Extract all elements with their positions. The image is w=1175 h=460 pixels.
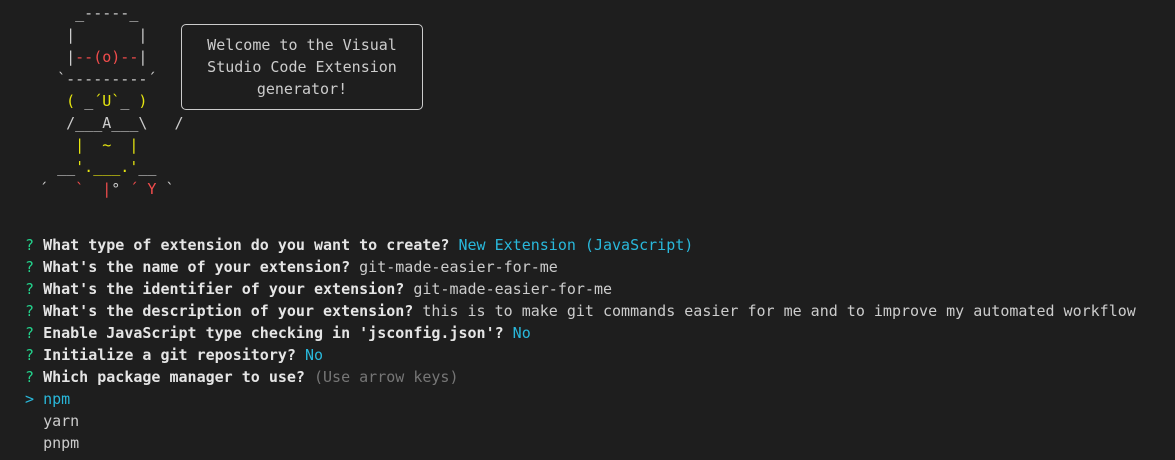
prompt-answer: git-made-easier-for-me <box>359 258 558 276</box>
speech-bubble: Welcome to the Visual Studio Code Extens… <box>181 24 423 110</box>
option-label: npm <box>43 390 71 408</box>
prompt-line: ? What's the identifier of your extensio… <box>25 278 1170 300</box>
prompt-answer: No <box>304 346 324 364</box>
ascii-art-segment: | | <box>30 26 148 44</box>
prompt-question: Which package manager to use? <box>43 368 305 386</box>
ascii-art-line: | | <box>30 24 184 46</box>
question-mark-icon: ? <box>25 346 35 364</box>
package-manager-option[interactable]: pnpm <box>25 432 1170 454</box>
prompt-answer: New Extension (JavaScript) <box>458 236 694 254</box>
prompt-question: What's the identifier of your extension? <box>43 280 405 298</box>
ascii-art-line: ´ ` |° ´ Y ` <box>30 178 184 200</box>
prompt-line: ? What's the description of your extensi… <box>25 300 1170 322</box>
ascii-art-line: __'.___.'__ <box>30 156 184 178</box>
ascii-art-line: ( _´U`_ ) <box>30 90 184 112</box>
prompt-list: ? What type of extension do you want to … <box>25 234 1170 454</box>
terminal-output: _-----_ | | |--(o)--| `---------´ ( _´U`… <box>0 0 1175 460</box>
prompt-answer: this is to make git commands easier for … <box>422 302 1136 320</box>
prompt-line: ? Enable JavaScript type checking in 'js… <box>25 322 1170 344</box>
ascii-art-segment <box>30 92 66 110</box>
ascii-art-segment: | <box>138 48 148 66</box>
ascii-art-segment: ( <box>66 92 85 110</box>
ascii-art-segment: ´ Y <box>129 180 157 198</box>
ascii-art-segment: ) <box>129 92 148 110</box>
question-mark-icon: ? <box>25 236 35 254</box>
prompt-question: Initialize a git repository? <box>43 346 296 364</box>
question-mark-icon: ? <box>25 280 35 298</box>
question-mark-icon: ? <box>25 324 35 342</box>
prompt-answer: No <box>512 324 531 342</box>
ascii-art-segment: | <box>30 48 76 66</box>
selection-pointer-icon <box>25 434 34 452</box>
package-manager-option[interactable]: > npm <box>25 388 1170 410</box>
question-mark-icon: ? <box>25 368 35 386</box>
question-mark-icon: ? <box>25 302 35 320</box>
prompt-hint: (Use arrow keys) <box>314 368 459 386</box>
prompt-answer: git-made-easier-for-me <box>413 280 613 298</box>
ascii-art-segment: __ <box>138 158 157 176</box>
yeoman-ascii-art: _-----_ | | |--(o)--| `---------´ ( _´U`… <box>30 2 184 200</box>
ascii-art-segment: _-----_ <box>30 4 139 22</box>
ascii-art-segment <box>30 136 75 154</box>
ascii-art-line: /___A___\ / <box>30 112 184 134</box>
ascii-art-segment: _ <box>84 92 94 110</box>
ascii-art-segment: --(o)-- <box>75 48 139 66</box>
question-mark-icon: ? <box>25 258 35 276</box>
ascii-art-segment: ° <box>111 180 130 198</box>
package-manager-option[interactable]: yarn <box>25 410 1170 432</box>
ascii-art-segment: `---------´ <box>30 70 157 88</box>
ascii-art-line: _-----_ <box>30 2 184 24</box>
ascii-art-segment: | ~ | <box>75 136 139 154</box>
ascii-art-line: | ~ | <box>30 134 184 156</box>
prompt-question: What's the description of your extension… <box>43 302 414 320</box>
selection-pointer-icon: > <box>25 390 35 408</box>
ascii-art-segment: _ <box>120 92 130 110</box>
prompt-question: Enable JavaScript type checking in 'jsco… <box>43 324 504 342</box>
prompt-line: ? What type of extension do you want to … <box>25 234 1170 256</box>
ascii-art-segment: ´U` <box>93 92 121 110</box>
ascii-art-segment: __ <box>30 158 76 176</box>
option-label: yarn <box>43 412 80 430</box>
ascii-art-segment: /___A___\ / <box>30 114 184 132</box>
option-label: pnpm <box>43 434 80 452</box>
prompt-line: ? Which package manager to use? (Use arr… <box>25 366 1170 388</box>
prompt-question: What type of extension do you want to cr… <box>43 236 450 254</box>
ascii-art-line: `---------´ <box>30 68 184 90</box>
welcome-message: Welcome to the Visual Studio Code Extens… <box>207 36 397 98</box>
selection-pointer-icon <box>25 412 34 430</box>
ascii-art-line: |--(o)--| <box>30 46 184 68</box>
ascii-art-segment: '.___.' <box>75 158 139 176</box>
prompt-line: ? What's the name of your extension? git… <box>25 256 1170 278</box>
ascii-art-segment: ` <box>156 180 175 198</box>
prompt-line: ? Initialize a git repository? No <box>25 344 1170 366</box>
ascii-art-segment: ´ <box>30 180 76 198</box>
ascii-art-segment: ` | <box>75 180 112 198</box>
prompt-question: What's the name of your extension? <box>43 258 351 276</box>
